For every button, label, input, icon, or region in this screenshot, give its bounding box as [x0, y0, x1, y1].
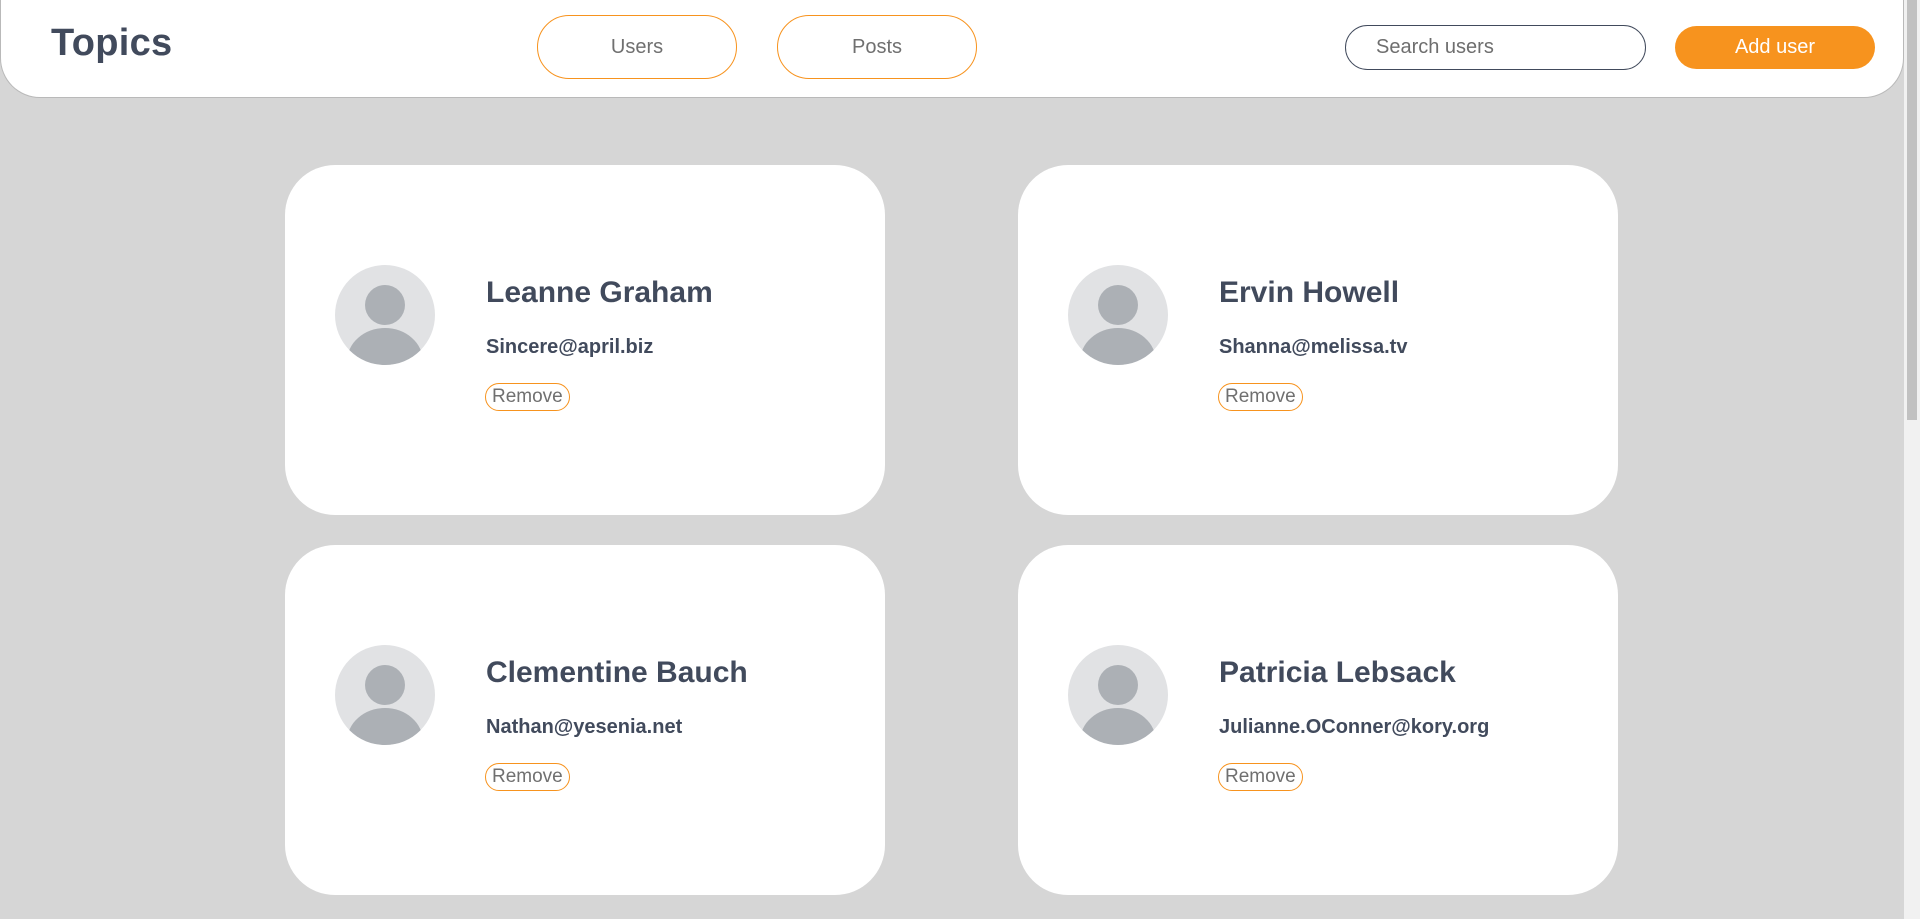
avatar-body [1080, 708, 1156, 745]
remove-user-button[interactable]: Remove [485, 763, 570, 791]
user-card: Patricia Lebsack Julianne.OConner@kory.o… [1018, 545, 1618, 895]
avatar-head [1098, 285, 1138, 325]
avatar-head [365, 285, 405, 325]
remove-user-button[interactable]: Remove [485, 383, 570, 411]
user-name: Ervin Howell [1219, 276, 1400, 309]
user-card: Leanne Graham Sincere@april.biz Remove [285, 165, 885, 515]
top-header: Topics Users Posts Add user [0, 0, 1904, 98]
user-avatar-icon [335, 265, 435, 365]
search-users-input[interactable] [1345, 25, 1646, 70]
user-avatar-icon [1068, 265, 1168, 365]
user-email: Shanna@melissa.tv [1219, 336, 1408, 358]
avatar-body [1080, 328, 1156, 365]
remove-user-button[interactable]: Remove [1218, 763, 1303, 791]
avatar-body [347, 328, 423, 365]
user-name: Patricia Lebsack [1219, 656, 1456, 689]
nav-users-button[interactable]: Users [537, 15, 737, 79]
scrollbar-thumb[interactable] [1907, 0, 1917, 420]
user-name: Leanne Graham [486, 276, 713, 309]
add-user-button[interactable]: Add user [1675, 26, 1875, 69]
user-name: Clementine Bauch [486, 656, 748, 689]
avatar-head [1098, 665, 1138, 705]
avatar-body [347, 708, 423, 745]
user-email: Julianne.OConner@kory.org [1219, 716, 1490, 738]
user-avatar-icon [335, 645, 435, 745]
user-email: Nathan@yesenia.net [486, 716, 683, 738]
user-card: Clementine Bauch Nathan@yesenia.net Remo… [285, 545, 885, 895]
logo: Topics [51, 22, 173, 64]
user-avatar-icon [1068, 645, 1168, 745]
page: Topics Users Posts Add user Leanne Graha… [0, 0, 1920, 919]
user-email: Sincere@april.biz [486, 336, 654, 358]
user-card: Ervin Howell Shanna@melissa.tv Remove [1018, 165, 1618, 515]
nav-posts-button[interactable]: Posts [777, 15, 977, 79]
remove-user-button[interactable]: Remove [1218, 383, 1303, 411]
avatar-head [365, 665, 405, 705]
